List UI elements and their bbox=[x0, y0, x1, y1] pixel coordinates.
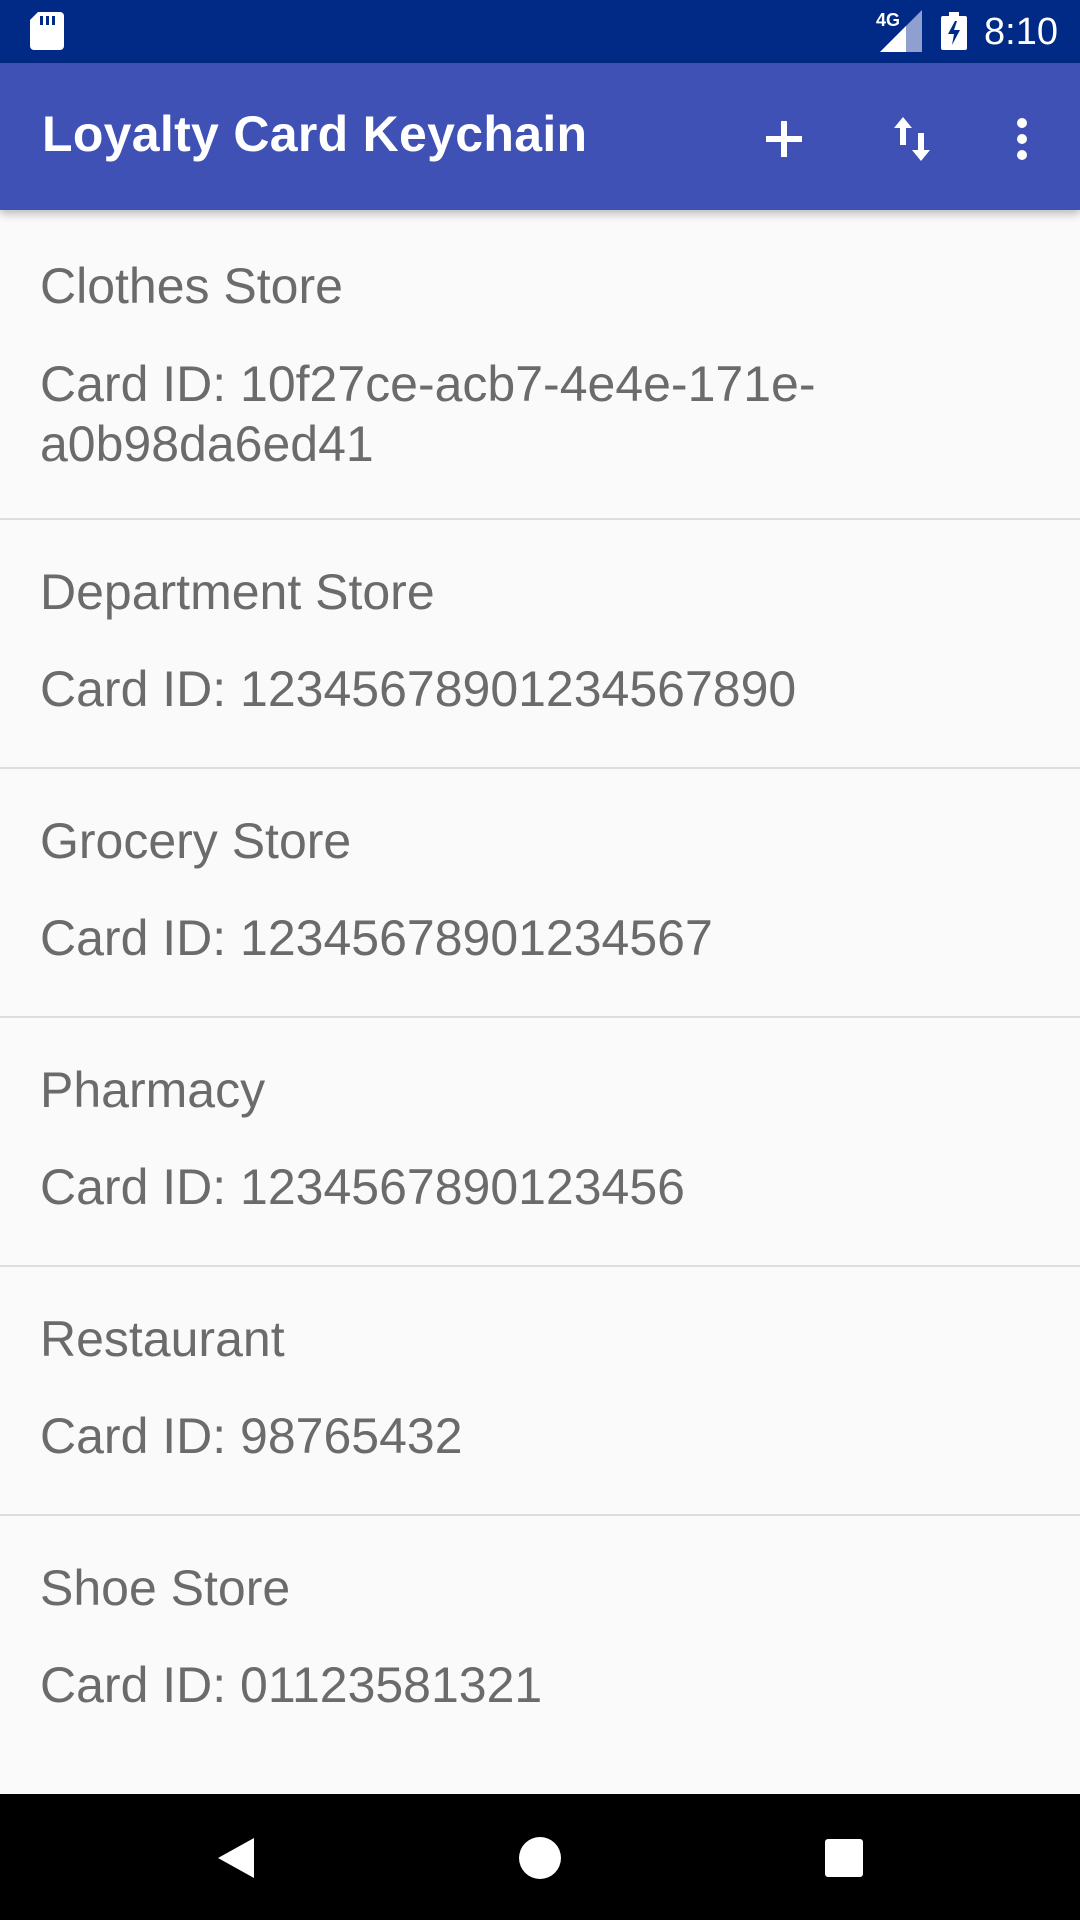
card-list-item[interactable]: Pharmacy Card ID: 1234567890123456 bbox=[0, 1018, 1080, 1267]
sort-button[interactable] bbox=[870, 97, 954, 181]
card-list-item[interactable]: Restaurant Card ID: 98765432 bbox=[0, 1267, 1080, 1516]
card-id-line-2: a0b98da6ed41 bbox=[40, 416, 374, 472]
card-id: Card ID: 10f27ce-acb7-4e4e-171e- a0b98da… bbox=[40, 354, 940, 474]
store-name: Grocery Store bbox=[40, 813, 352, 869]
card-list: Clothes Store Card ID: 10f27ce-acb7-4e4e… bbox=[0, 210, 1080, 1796]
overflow-menu-button[interactable] bbox=[980, 97, 1064, 181]
navigation-bar bbox=[0, 1794, 1080, 1920]
battery-icon bbox=[941, 12, 967, 50]
store-name: Clothes Store bbox=[40, 258, 343, 314]
card-list-item[interactable]: Department Store Card ID: 12345678901234… bbox=[0, 520, 1080, 769]
add-card-button[interactable] bbox=[742, 97, 826, 181]
store-name: Shoe Store bbox=[40, 1560, 291, 1616]
status-time: 8:10 bbox=[984, 11, 1058, 53]
card-id: Card ID: 12345678901234567 bbox=[40, 910, 713, 966]
store-name: Pharmacy bbox=[40, 1062, 266, 1118]
screen: 4G 8:10 Loyalty Card Keychain Clothes St… bbox=[0, 0, 1080, 1920]
card-id: Card ID: 12345678901234567890 bbox=[40, 661, 797, 717]
back-icon bbox=[218, 1838, 254, 1878]
card-list-item[interactable]: Grocery Store Card ID: 12345678901234567 bbox=[0, 769, 1080, 1018]
store-name: Department Store bbox=[40, 564, 435, 620]
back-button[interactable] bbox=[200, 1822, 272, 1894]
app-title: Loyalty Card Keychain bbox=[42, 106, 588, 162]
recents-icon bbox=[825, 1839, 863, 1877]
home-button[interactable] bbox=[504, 1822, 576, 1894]
card-id-line-1: Card ID: 10f27ce-acb7-4e4e-171e- bbox=[40, 356, 816, 412]
status-bar: 4G 8:10 bbox=[0, 0, 1080, 63]
recents-button[interactable] bbox=[808, 1822, 880, 1894]
store-name: Restaurant bbox=[40, 1311, 285, 1367]
card-id: Card ID: 01123581321 bbox=[40, 1657, 543, 1713]
app-bar: Loyalty Card Keychain bbox=[0, 63, 1080, 210]
sd-card-icon bbox=[30, 12, 64, 50]
sort-arrows-icon bbox=[894, 117, 930, 161]
network-type-label: 4G bbox=[876, 10, 901, 30]
card-id: Card ID: 1234567890123456 bbox=[40, 1159, 685, 1215]
card-list-item[interactable]: Clothes Store Card ID: 10f27ce-acb7-4e4e… bbox=[0, 210, 1080, 520]
more-vert-icon bbox=[1017, 118, 1027, 160]
home-icon bbox=[519, 1837, 561, 1879]
plus-icon bbox=[766, 121, 802, 157]
card-id: Card ID: 98765432 bbox=[40, 1408, 463, 1464]
card-list-item[interactable]: Shoe Store Card ID: 01123581321 bbox=[0, 1516, 1080, 1796]
